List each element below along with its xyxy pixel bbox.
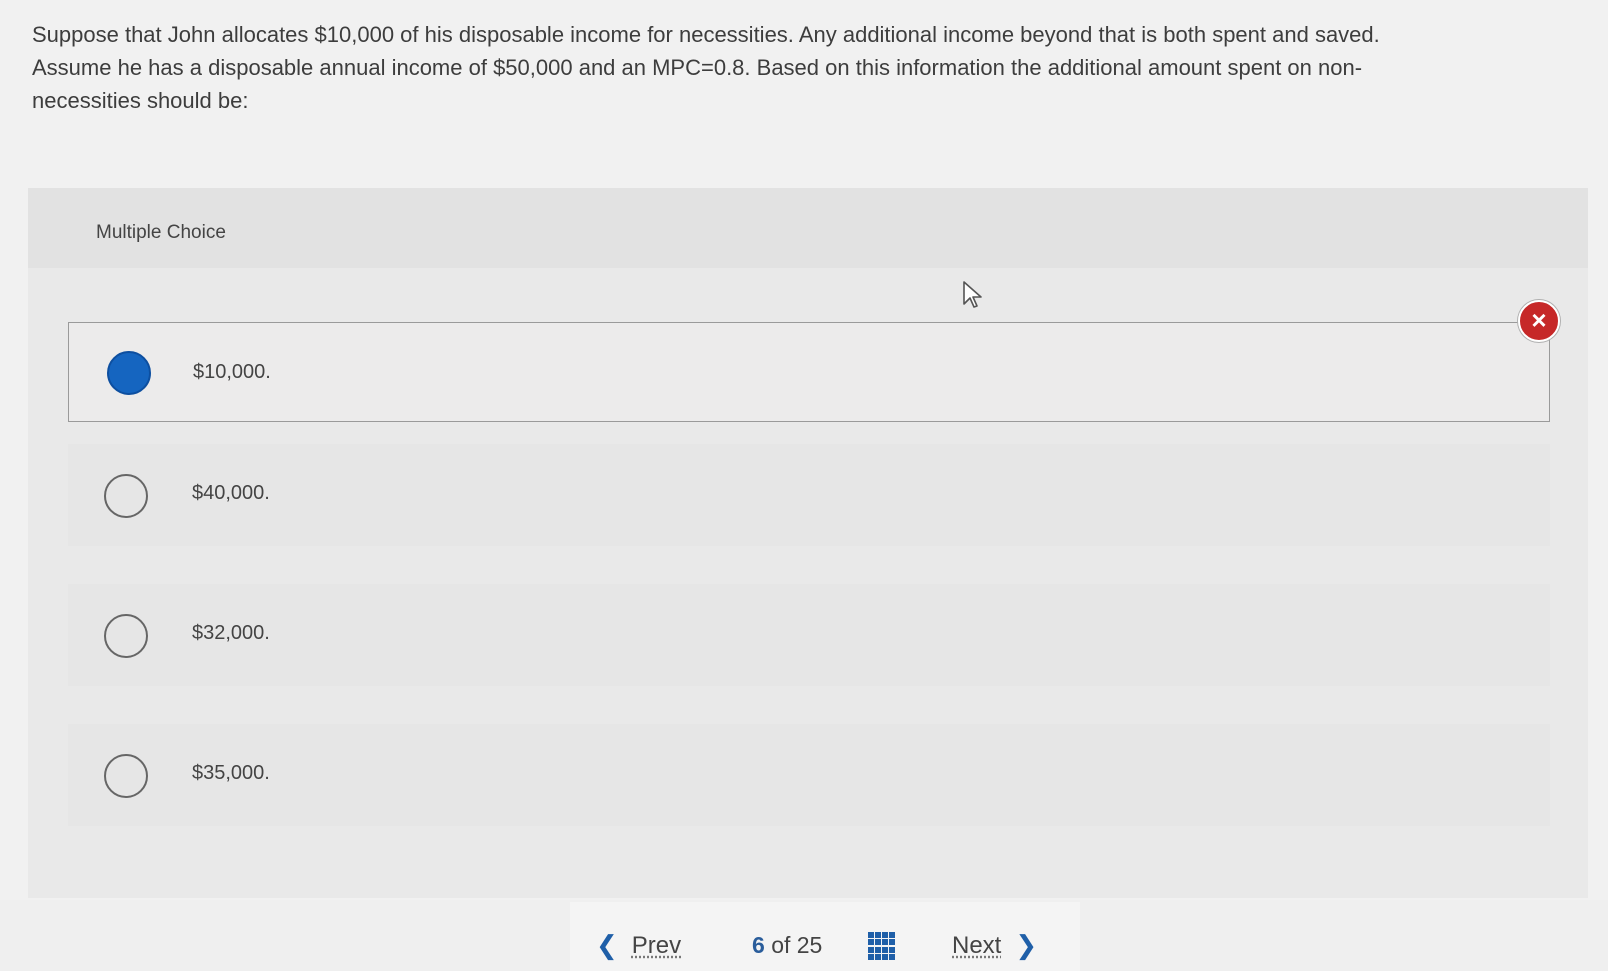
question-line-1: Suppose that John allocates $10,000 of h… <box>32 22 1380 47</box>
answer-option-text: $35,000. <box>192 762 270 784</box>
answer-option-text: $10,000. <box>193 361 271 383</box>
total-pages: 25 <box>796 932 823 958</box>
prev-label: Prev <box>631 931 682 959</box>
prev-button[interactable]: ❮ Prev <box>596 930 681 961</box>
current-page: 6 <box>752 932 765 958</box>
next-label: Next <box>952 931 1002 959</box>
of-label: of <box>771 932 791 958</box>
answer-option-text: $40,000. <box>192 482 270 504</box>
answer-option-1[interactable]: $10,000. <box>68 322 1550 422</box>
radio-button[interactable] <box>104 614 148 658</box>
radio-button[interactable] <box>104 474 148 518</box>
answer-option-3[interactable]: $32,000. <box>68 584 1550 686</box>
grid-icon[interactable] <box>868 932 896 960</box>
question-line-2: Assume he has a disposable annual income… <box>32 55 1363 80</box>
question-line-3: necessities should be: <box>32 88 249 113</box>
radio-button-selected[interactable] <box>107 351 151 395</box>
mouse-cursor-icon <box>963 281 982 308</box>
multiple-choice-label: Multiple Choice <box>96 222 226 243</box>
multiple-choice-panel: Multiple Choice $10,000. $40,000. $32,00… <box>28 188 1588 898</box>
page-counter: 6 of 25 <box>752 932 822 959</box>
multiple-choice-header: Multiple Choice <box>28 188 1588 268</box>
question-text: Suppose that John allocates $10,000 of h… <box>32 18 1532 117</box>
next-button[interactable]: Next ❯ <box>952 930 1037 961</box>
answer-option-text: $32,000. <box>192 622 270 644</box>
answer-option-2[interactable]: $40,000. <box>68 444 1550 546</box>
answer-option-4[interactable]: $35,000. <box>68 724 1550 826</box>
radio-button[interactable] <box>104 754 148 798</box>
chevron-left-icon: ❮ <box>596 930 618 960</box>
chevron-right-icon: ❯ <box>1015 930 1038 960</box>
incorrect-x-icon: × <box>1518 300 1560 342</box>
